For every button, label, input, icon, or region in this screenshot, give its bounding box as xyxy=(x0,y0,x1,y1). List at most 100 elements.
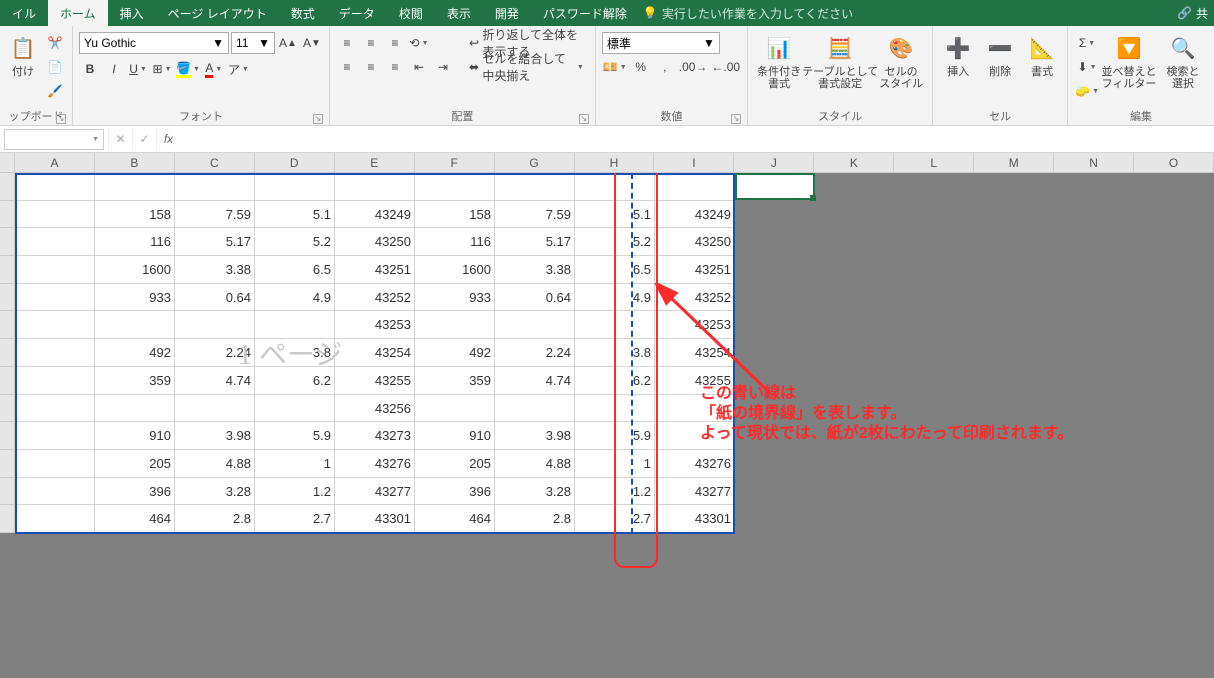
cell[interactable]: 116 xyxy=(415,228,495,256)
fx-button[interactable]: fx xyxy=(156,129,180,150)
cell[interactable] xyxy=(175,173,255,201)
cell[interactable]: 43256 xyxy=(335,395,415,423)
cell[interactable]: 5.9 xyxy=(575,422,655,450)
cell[interactable]: 158 xyxy=(415,201,495,229)
fill-color-button[interactable]: 🪣▼ xyxy=(175,58,201,80)
cell[interactable]: 4.74 xyxy=(495,367,575,395)
cell[interactable]: 43301 xyxy=(335,505,415,533)
cell[interactable]: 43253 xyxy=(335,311,415,339)
column-header-A[interactable]: A xyxy=(15,153,95,172)
font-size-combo[interactable]: 11▼ xyxy=(231,32,275,54)
tab-view[interactable]: 表示 xyxy=(435,0,483,26)
column-header-M[interactable]: M xyxy=(974,153,1054,172)
row-header[interactable] xyxy=(0,173,15,201)
cell[interactable] xyxy=(255,311,335,339)
formula-input[interactable] xyxy=(180,129,1214,150)
cell[interactable] xyxy=(95,173,175,201)
row-header[interactable] xyxy=(0,284,15,312)
cell[interactable]: 464 xyxy=(95,505,175,533)
cell[interactable]: 933 xyxy=(95,284,175,312)
row-header[interactable] xyxy=(0,505,15,533)
cell[interactable] xyxy=(575,311,655,339)
cell[interactable] xyxy=(255,173,335,201)
cell[interactable]: 2.24 xyxy=(495,339,575,367)
row-header[interactable] xyxy=(0,201,15,229)
cell[interactable]: 1600 xyxy=(415,256,495,284)
align-right-button[interactable]: ≡ xyxy=(384,56,406,78)
cell[interactable]: 2.8 xyxy=(495,505,575,533)
cell[interactable] xyxy=(495,173,575,201)
number-format-combo[interactable]: 標準▼ xyxy=(602,32,720,54)
cell[interactable] xyxy=(95,311,175,339)
cell[interactable] xyxy=(15,422,95,450)
cell[interactable]: 1.2 xyxy=(255,478,335,506)
cell[interactable]: 158 xyxy=(95,201,175,229)
column-header-N[interactable]: N xyxy=(1054,153,1134,172)
cell[interactable] xyxy=(15,256,95,284)
name-box[interactable]: ▼ xyxy=(4,129,104,150)
cell[interactable]: 3.98 xyxy=(495,422,575,450)
copy-button[interactable]: 📄 xyxy=(44,56,66,78)
percent-button[interactable]: % xyxy=(630,56,652,78)
cell[interactable]: 4.9 xyxy=(255,284,335,312)
cell[interactable]: 3.98 xyxy=(175,422,255,450)
cell[interactable]: 43249 xyxy=(335,201,415,229)
cell[interactable] xyxy=(495,311,575,339)
tab-data[interactable]: データ xyxy=(327,0,387,26)
cell[interactable]: 2.8 xyxy=(175,505,255,533)
cell[interactable]: 5.2 xyxy=(575,228,655,256)
cell[interactable]: 0.64 xyxy=(175,284,255,312)
cell[interactable] xyxy=(15,173,95,201)
cell[interactable]: 5.1 xyxy=(575,201,655,229)
merge-center-button[interactable]: ⬌ セルを結合して中央揃え▼ xyxy=(464,56,589,78)
comma-style-button[interactable]: , xyxy=(654,56,676,78)
cell[interactable]: 205 xyxy=(95,450,175,478)
row-header[interactable] xyxy=(0,367,15,395)
column-header-C[interactable]: C xyxy=(175,153,255,172)
cell[interactable] xyxy=(415,173,495,201)
cell[interactable]: 0.64 xyxy=(495,284,575,312)
cell[interactable]: 43254 xyxy=(335,339,415,367)
tab-page-layout[interactable]: ページ レイアウト xyxy=(156,0,279,26)
cell[interactable]: 5.17 xyxy=(495,228,575,256)
cell[interactable]: 116 xyxy=(95,228,175,256)
cell[interactable] xyxy=(255,395,335,423)
tab-review[interactable]: 校閲 xyxy=(387,0,435,26)
border-button[interactable]: ⊞▼ xyxy=(151,58,173,80)
cell[interactable] xyxy=(495,395,575,423)
column-header-K[interactable]: K xyxy=(814,153,894,172)
increase-decimal-button[interactable]: .00→ xyxy=(678,56,709,78)
cell[interactable]: 43301 xyxy=(655,505,735,533)
increase-font-button[interactable]: A▲ xyxy=(277,32,299,54)
cell[interactable]: 3.38 xyxy=(495,256,575,284)
cell[interactable]: 5.2 xyxy=(255,228,335,256)
conditional-format-button[interactable]: 📊条件付き 書式 xyxy=(754,32,804,90)
cell[interactable]: 5.17 xyxy=(175,228,255,256)
increase-indent-button[interactable]: ⇥ xyxy=(432,56,454,78)
cell[interactable]: 910 xyxy=(95,422,175,450)
cell[interactable]: 43250 xyxy=(335,228,415,256)
accounting-format-button[interactable]: 💴▼ xyxy=(602,56,628,78)
find-select-button[interactable]: 🔍検索と 選択 xyxy=(1158,32,1208,90)
share-button[interactable]: 🔗 共 xyxy=(1177,5,1208,22)
cell[interactable]: 359 xyxy=(95,367,175,395)
decrease-indent-button[interactable]: ⇤ xyxy=(408,56,430,78)
column-header-J[interactable]: J xyxy=(734,153,814,172)
grid-viewport[interactable]: 1587.595.1432491587.595.1432491165.175.2… xyxy=(0,173,1214,678)
bold-button[interactable]: B xyxy=(79,58,101,80)
select-all-button[interactable] xyxy=(0,153,15,172)
cancel-formula-button[interactable]: ✕ xyxy=(108,129,132,150)
cell[interactable] xyxy=(175,311,255,339)
cell[interactable]: 43276 xyxy=(655,450,735,478)
cell[interactable]: 3.38 xyxy=(175,256,255,284)
cell[interactable] xyxy=(15,367,95,395)
cell[interactable]: 396 xyxy=(415,478,495,506)
column-header-B[interactable]: B xyxy=(95,153,175,172)
align-top-button[interactable]: ≡ xyxy=(336,32,358,54)
cell[interactable]: 43251 xyxy=(335,256,415,284)
column-header-I[interactable]: I xyxy=(654,153,734,172)
align-left-button[interactable]: ≡ xyxy=(336,56,358,78)
cell[interactable]: 43252 xyxy=(335,284,415,312)
tab-developer[interactable]: 開発 xyxy=(483,0,531,26)
align-middle-button[interactable]: ≡ xyxy=(360,32,382,54)
